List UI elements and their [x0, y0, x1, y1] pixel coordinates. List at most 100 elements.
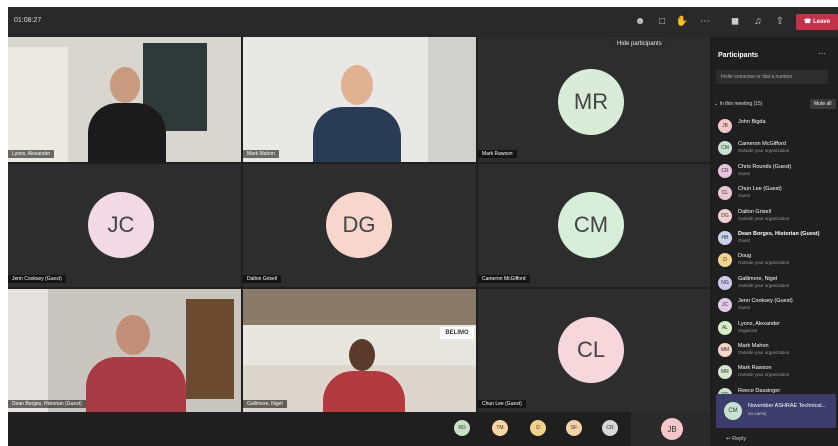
participant-name: Dean Borges, Historian (Guest) — [738, 230, 820, 237]
video-grid: Lyons, Alexander Mark Mahon MR Mark Raws… — [8, 37, 710, 412]
raise-hand-icon[interactable]: ✋ — [675, 15, 689, 29]
participant-name: Dalton Grisell — [243, 275, 282, 283]
video-tile[interactable]: CM Cameron McGifford — [478, 164, 710, 287]
bookshelf — [186, 299, 234, 399]
participant-avatar: MR — [558, 69, 624, 135]
participants-panel: Participants ⋯ Invite someone or dial a … — [710, 37, 838, 446]
participant-name: Jenn Cooksey (Guest) — [8, 275, 66, 283]
participant-name: Lyons, Alexander — [738, 320, 780, 327]
belimo-logo: BELIMO — [440, 327, 474, 339]
participant-name: Mark Rawson — [478, 150, 517, 158]
list-item[interactable]: AL Lyons, Alexander Organizer — [716, 317, 836, 339]
avatar: MR — [718, 365, 732, 380]
avatar: MM — [718, 342, 732, 357]
participants-icon[interactable]: ☻ — [633, 15, 647, 29]
ceiling — [243, 289, 476, 325]
participant-name: Mark Rawson — [738, 365, 772, 372]
participant-avatar: JC — [88, 192, 154, 258]
video-tile[interactable]: CL Chun Lee (Guest) — [478, 289, 710, 412]
tooltip: Hide participants — [611, 38, 668, 50]
list-item[interactable]: HB Dean Borges, Historian (Guest) Guest — [716, 227, 836, 249]
avatar: JB — [718, 119, 732, 133]
video-tile[interactable]: JC Jenn Cooksey (Guest) — [8, 164, 241, 287]
video-tile[interactable]: Mark Mahon — [243, 37, 476, 162]
teams-meeting-window: 01:08:27 ☻ □ ✋ ⋯ ◼ ♫ ⇧ ☎ Leave Hide part… — [0, 0, 838, 446]
wall — [8, 289, 48, 412]
participant-name: Cameron McGifford — [478, 275, 530, 283]
person — [110, 67, 140, 103]
video-tile[interactable]: Dean Borges, Historian (Guest) — [8, 289, 241, 412]
participant-name: Gallimore, Nigel — [738, 275, 778, 282]
video-tile[interactable]: Lyons, Alexander — [8, 37, 241, 162]
list-item[interactable]: MM Mark Mahon Outside your organization — [716, 339, 836, 361]
mute-all-button[interactable]: Mute all — [810, 99, 836, 109]
person-body — [323, 371, 405, 412]
participant-role: Guest — [738, 305, 751, 311]
participant-avatar[interactable]: SF — [566, 420, 582, 436]
invite-input[interactable]: Invite someone or dial a number — [716, 70, 828, 84]
video-tile[interactable]: BELIMO Gallimore, Nigel — [243, 289, 476, 412]
list-item[interactable]: JB John Bigda — [716, 115, 836, 137]
person-body — [88, 103, 166, 162]
person — [116, 315, 150, 355]
participant-role: Guest — [738, 237, 751, 243]
avatar: D — [718, 253, 732, 268]
list-item[interactable]: D Doug Outside your organization — [716, 249, 836, 271]
participant-name: Dean Borges, Historian (Guest) — [8, 400, 86, 408]
list-item[interactable]: JC Jenn Cooksey (Guest) Guest — [716, 294, 836, 316]
more-options-icon[interactable]: ⋯ — [818, 49, 826, 58]
chat-icon[interactable]: □ — [655, 15, 669, 29]
more-icon[interactable]: ⋯ — [698, 15, 712, 29]
camera-off-icon[interactable]: ◼ — [728, 15, 742, 29]
participant-name: Chun Lee (Guest) — [738, 186, 782, 193]
participant-role: Outside your organization — [738, 372, 790, 378]
avatar: HB — [718, 230, 732, 245]
avatar: CM — [718, 141, 732, 156]
avatar: JC — [718, 298, 732, 313]
list-item[interactable]: CL Chun Lee (Guest) Guest — [716, 182, 836, 204]
phone-icon: ☎ — [803, 19, 814, 25]
list-item[interactable]: MR Mark Rawson Outside your organization — [716, 361, 836, 383]
self-video-tile[interactable]: JB — [631, 412, 715, 446]
participant-name: Jenn Cooksey (Guest) — [738, 298, 793, 305]
avatar: CM — [724, 402, 742, 420]
participant-list: JB John Bigda CM Cameron McGifford Outsi… — [716, 115, 836, 406]
participant-role: Organizer — [738, 327, 758, 333]
avatar: NG — [718, 275, 732, 290]
reply-button[interactable]: ↩ Reply — [726, 436, 746, 442]
leave-button[interactable]: ☎ Leave — [796, 14, 838, 30]
participant-avatar[interactable]: TM — [492, 420, 508, 436]
list-item[interactable]: NG Gallimore, Nigel Outside your organiz… — [716, 272, 836, 294]
share-icon[interactable]: ⇧ — [773, 15, 787, 29]
doorway — [428, 37, 476, 162]
participant-name: Chris Rounds (Guest) — [738, 163, 792, 170]
panel-title: Participants — [718, 52, 759, 59]
participant-name: Doug — [738, 253, 752, 260]
participant-avatar[interactable]: RD — [454, 420, 470, 436]
video-tile[interactable]: DG Dalton Grisell — [243, 164, 476, 287]
participant-avatar: JB — [661, 418, 683, 440]
participant-role: Outside your organization — [738, 260, 790, 266]
participant-avatar[interactable]: D — [530, 420, 546, 436]
list-item[interactable]: DG Dalton Grisell Outside your organizat… — [716, 205, 836, 227]
participant-name: Cameron McGifford — [738, 141, 786, 148]
participant-role: Outside your organization — [738, 148, 790, 154]
person — [349, 339, 375, 371]
participant-name: Lyons, Alexander — [8, 150, 55, 158]
participant-name: Mark Mahon — [738, 342, 769, 349]
list-item[interactable]: CM Cameron McGifford Outside your organi… — [716, 137, 836, 159]
participant-name: Chun Lee (Guest) — [478, 400, 526, 408]
video-tile[interactable]: MR Mark Rawson — [478, 37, 710, 162]
in-meeting-section[interactable]: ⌄ In this meeting (15) — [714, 101, 762, 107]
window-blinds — [8, 47, 68, 162]
list-item[interactable]: CR Chris Rounds (Guest) Guest — [716, 160, 836, 182]
chat-notification[interactable]: CM November ASHRAE Technical... no cams( — [716, 394, 836, 428]
participant-avatar: CM — [558, 192, 624, 258]
chat-preview: no cams( — [748, 411, 767, 416]
mic-icon[interactable]: ♫ — [751, 15, 765, 29]
meeting-toolbar: 01:08:27 ☻ □ ✋ ⋯ ◼ ♫ ⇧ ☎ Leave — [8, 7, 838, 37]
participant-role: Guest — [738, 193, 751, 199]
participant-avatar: CL — [558, 317, 624, 383]
participant-avatar[interactable]: CR — [602, 420, 618, 436]
participant-name: Mark Mahon — [243, 150, 279, 158]
